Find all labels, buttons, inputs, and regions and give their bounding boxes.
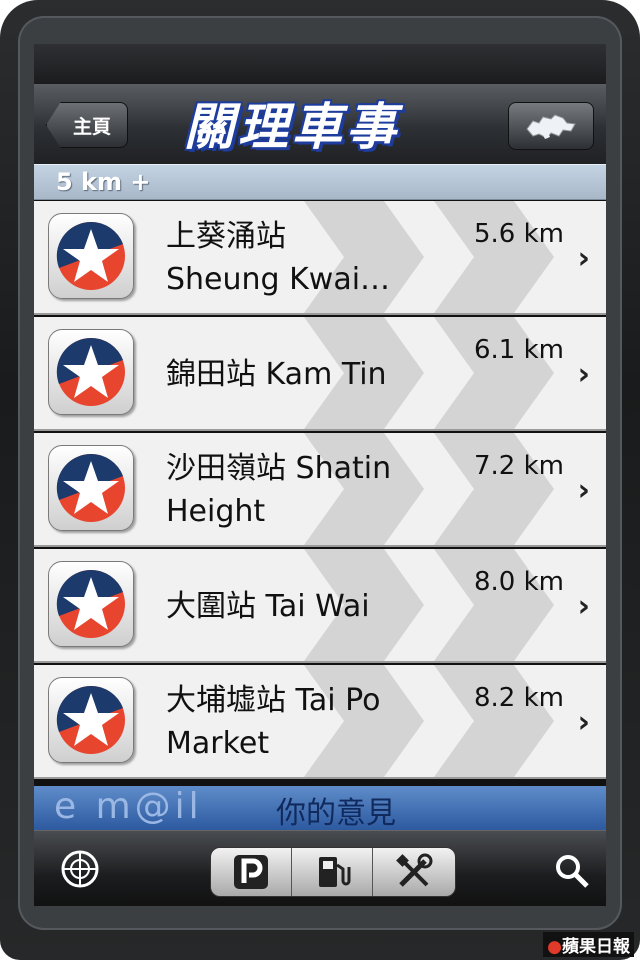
station-name: 大埔墟站 Tai Po Market — [166, 677, 456, 767]
station-distance: 8.2 km — [474, 683, 564, 713]
station-distance: 7.2 km — [474, 451, 564, 481]
navigation-bar: 主頁 關理車事 — [34, 84, 606, 164]
station-name-line: 大埔墟站 Tai Po — [166, 683, 381, 718]
banner-text: 你的意見 — [276, 796, 396, 830]
station-row[interactable]: 大埔墟站 Tai Po Market 8.2 km › — [34, 665, 606, 779]
disclosure-chevron-icon: › — [577, 705, 590, 740]
station-name-line: Sheung Kwai… — [166, 262, 391, 297]
station-name: 上葵涌站 Sheung Kwai… — [166, 213, 456, 303]
app-title: 關理車事 — [184, 98, 400, 156]
search-button[interactable] — [554, 853, 590, 889]
feedback-banner[interactable]: e m@il 你的意見 — [34, 786, 606, 830]
station-row[interactable]: 上葵涌站 Sheung Kwai… 5.6 km › — [34, 201, 606, 315]
caltex-star-icon — [48, 213, 134, 299]
station-name: 沙田嶺站 Shatin Height — [166, 445, 456, 535]
station-name: 大圍站 Tai Wai — [166, 561, 456, 651]
caltex-star-icon — [48, 677, 134, 763]
station-name-line: Market — [166, 726, 270, 761]
radar-button[interactable] — [60, 849, 100, 889]
parking-icon — [234, 855, 268, 889]
station-distance: 6.1 km — [474, 335, 564, 365]
station-name-line: 大圍站 Tai Wai — [166, 588, 370, 624]
station-name-line: Height — [166, 494, 266, 529]
station-name-line: 錦田站 Kam Tin — [166, 356, 387, 392]
banner-decoration: e m@il — [54, 786, 203, 827]
station-distance: 8.0 km — [474, 567, 564, 597]
status-bar — [34, 44, 606, 85]
caltex-star-icon — [48, 445, 134, 531]
tab-tools[interactable] — [373, 848, 454, 896]
station-name-line: 上葵涌站 — [166, 219, 286, 254]
app-screen: 主頁 關理車事 5 km + 上葵涌站 Sheung Kwai… 5.6 km › 錦田… — [34, 44, 606, 906]
tools-icon — [395, 853, 432, 887]
tab-fuel[interactable] — [292, 848, 373, 896]
fuel-pump-icon — [319, 857, 351, 887]
newspaper-watermark: ●蘋果日報 — [543, 932, 634, 957]
station-name: 錦田站 Kam Tin — [166, 329, 456, 419]
station-name-line: 沙田嶺站 Shatin — [166, 451, 392, 486]
caltex-star-icon — [48, 561, 134, 647]
home-back-button[interactable]: 主頁 — [46, 102, 128, 148]
disclosure-chevron-icon: › — [577, 241, 590, 276]
radar-icon — [61, 850, 99, 888]
disclosure-chevron-icon: › — [577, 357, 590, 392]
map-button[interactable] — [508, 102, 594, 150]
section-header: 5 km + — [34, 164, 606, 200]
station-row[interactable]: 錦田站 Kam Tin 6.1 km › — [34, 317, 606, 431]
category-segmented-control — [210, 847, 456, 897]
disclosure-chevron-icon: › — [577, 473, 590, 508]
station-list: 上葵涌站 Sheung Kwai… 5.6 km › 錦田站 Kam Tin 6.1 km… — [34, 201, 606, 781]
caltex-star-icon — [48, 329, 134, 415]
tab-parking[interactable] — [211, 848, 292, 896]
search-icon — [556, 855, 589, 888]
apple-logo-icon: ● — [547, 937, 562, 957]
station-row[interactable]: 大圍站 Tai Wai 8.0 km › — [34, 549, 606, 663]
device-frame: 主頁 關理車事 5 km + 上葵涌站 Sheung Kwai… 5.6 km › 錦田… — [0, 0, 640, 960]
station-row[interactable]: 沙田嶺站 Shatin Height 7.2 km › — [34, 433, 606, 547]
station-distance: 5.6 km — [474, 219, 564, 249]
disclosure-chevron-icon: › — [577, 589, 590, 624]
tab-bar — [34, 830, 606, 906]
watermark-text: 蘋果日報 — [562, 937, 630, 957]
hong-kong-map-icon — [526, 114, 576, 139]
